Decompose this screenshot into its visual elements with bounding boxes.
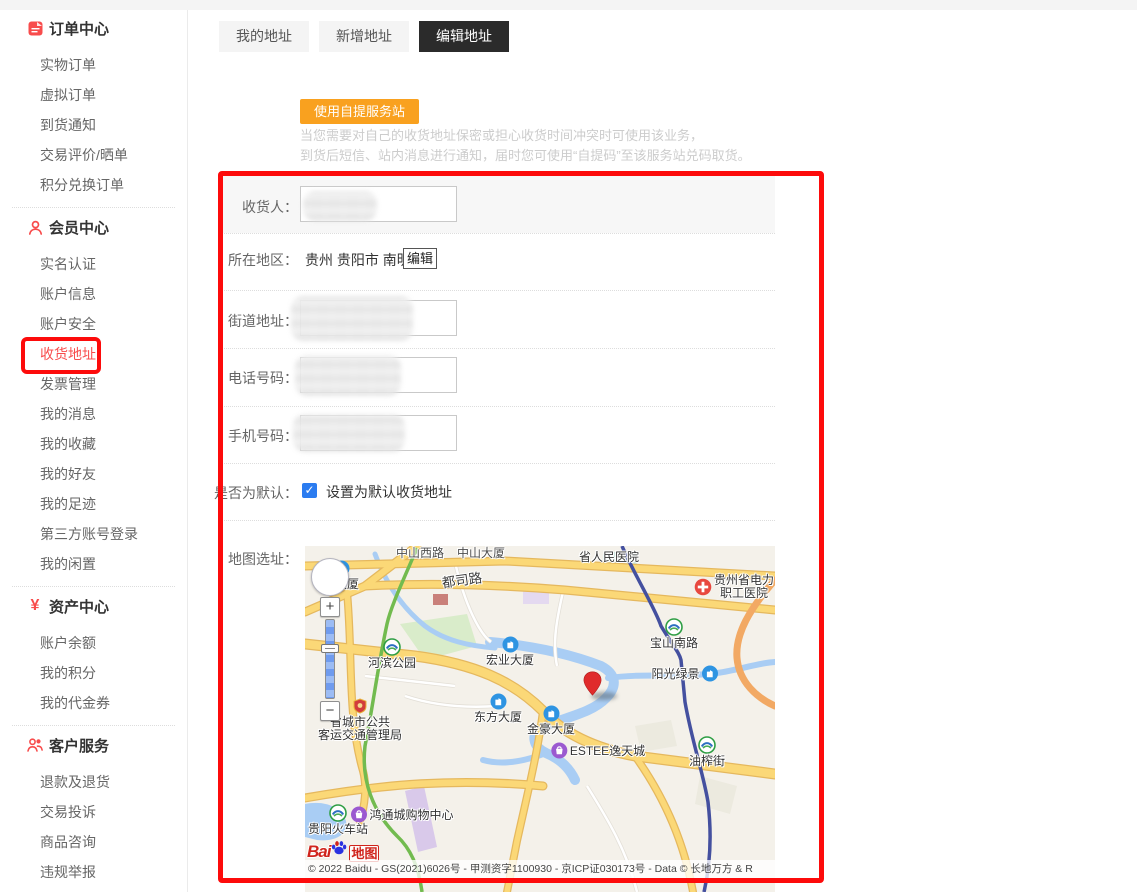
sidebar-item-idle[interactable]: 我的闲置 — [0, 549, 187, 579]
default-label: 是否为默认： — [200, 483, 298, 503]
street-label: 街道地址： — [200, 311, 298, 331]
sidebar-item-balance[interactable]: 账户余额 — [0, 628, 187, 658]
sidebar-item-favorites[interactable]: 我的收藏 — [0, 429, 187, 459]
receiver-input[interactable] — [300, 186, 457, 222]
sidebar-divider — [12, 207, 175, 208]
redacted-mobile-value — [293, 414, 405, 452]
sidebar-item-vouchers[interactable]: 我的代金券 — [0, 688, 187, 718]
pan-left-icon[interactable] — [316, 572, 326, 582]
map-pan-control[interactable] — [311, 558, 349, 596]
pickup-desc-line2: 到货后短信、站内消息进行通知，届时您可使用“自提码”至该服务站兑码取货。 — [300, 146, 860, 166]
sidebar-item-invoice[interactable]: 发票管理 — [0, 369, 187, 399]
sidebar-section-title: 会员中心 — [49, 217, 109, 238]
zoom-slider-track[interactable] — [325, 619, 335, 699]
sidebar-item-points-orders[interactable]: 积分兑换订单 — [0, 170, 187, 200]
sidebar-item-account-security[interactable]: 账户安全 — [0, 309, 187, 339]
region-edit-button[interactable]: 编辑 — [403, 248, 437, 269]
sidebar-item-real-name[interactable]: 实名认证 — [0, 249, 187, 279]
tab-new-address[interactable]: 新增地址 — [319, 21, 409, 52]
phone-input[interactable] — [300, 357, 457, 393]
map-marker-pin[interactable] — [583, 671, 602, 701]
sidebar-section-title: 订单中心 — [49, 18, 109, 39]
map-select-label: 地图选址： — [200, 549, 298, 569]
sidebar-item-messages[interactable]: 我的消息 — [0, 399, 187, 429]
sidebar-section-title: 客户服务 — [49, 735, 109, 756]
sidebar-item-arrival-notice[interactable]: 到货通知 — [0, 110, 187, 140]
row-divider — [222, 348, 775, 349]
member-icon — [27, 219, 43, 235]
address-tabs: 我的地址 新增地址 编辑地址 — [219, 21, 519, 52]
sidebar-section-orders: 订单中心 — [0, 16, 187, 40]
sidebar-item-points[interactable]: 我的积分 — [0, 658, 187, 688]
sidebar-item-footprints[interactable]: 我的足迹 — [0, 489, 187, 519]
sidebar-item-product-inquiry[interactable]: 商品咨询 — [0, 827, 187, 857]
sidebar-item-physical-orders[interactable]: 实物订单 — [0, 50, 187, 80]
sidebar-section-title: 资产中心 — [49, 596, 109, 617]
row-divider — [222, 290, 775, 291]
sidebar-section-service: 客户服务 — [0, 733, 187, 757]
sidebar-divider — [12, 586, 175, 587]
pan-right-icon[interactable] — [334, 572, 344, 582]
zoom-out-button[interactable]: − — [320, 701, 340, 721]
sidebar-item-friends[interactable]: 我的好友 — [0, 459, 187, 489]
receiver-label: 收货人： — [200, 197, 298, 217]
row-divider — [222, 463, 775, 464]
order-icon — [27, 20, 43, 36]
mobile-label: 手机号码： — [200, 426, 298, 446]
sidebar-item-complaints[interactable]: 交易投诉 — [0, 797, 187, 827]
sidebar-divider — [12, 725, 175, 726]
baidu-maps-logo: Bai 地图 — [307, 838, 379, 862]
pickup-desc-line1: 当您需要对自己的收货地址保密或担心收货时间冲突时可使用该业务， — [300, 126, 860, 146]
redacted-phone-value — [295, 355, 401, 396]
sidebar-item-refunds[interactable]: 退款及退货 — [0, 767, 187, 797]
sidebar-item-report[interactable]: 违规举报 — [0, 857, 187, 887]
map-canvas[interactable]: 中山西路中山大厦都司路辉大厦省人民医院贵州省电力职工医院宝山南路阳光绿景河滨公园… — [305, 546, 775, 892]
tab-my-address[interactable]: 我的地址 — [219, 21, 309, 52]
redacted-street-value — [291, 296, 413, 341]
region-label: 所在地区： — [200, 250, 298, 270]
sidebar-section-member: 会员中心 — [0, 215, 187, 239]
pan-down-icon[interactable] — [325, 581, 335, 591]
baidu-logo-text: Bai — [307, 842, 330, 862]
sidebar-item-shipping-address[interactable]: 收货地址 — [0, 339, 187, 369]
sidebar-item-third-party-login[interactable]: 第三方账号登录 — [0, 519, 187, 549]
service-icon — [27, 737, 43, 753]
zoom-in-button[interactable]: + — [320, 597, 340, 617]
sidebar-item-virtual-orders[interactable]: 虚拟订单 — [0, 80, 187, 110]
phone-label: 电话号码： — [200, 368, 298, 388]
sidebar-section-assets: ¥ 资产中心 — [0, 594, 187, 618]
zoom-slider-handle[interactable] — [321, 644, 339, 653]
tab-edit-address[interactable]: 编辑地址 — [419, 21, 509, 52]
default-checkbox-label: 设置为默认收货地址 — [326, 482, 452, 502]
row-divider — [222, 406, 775, 407]
street-input[interactable] — [300, 300, 457, 336]
mobile-input[interactable] — [300, 415, 457, 451]
default-checkbox[interactable]: ✓ — [302, 483, 317, 498]
page-background-strip — [0, 0, 1137, 10]
sidebar-item-account-info[interactable]: 账户信息 — [0, 279, 187, 309]
use-pickup-station-button[interactable]: 使用自提服务站 — [300, 99, 419, 124]
map-copyright: © 2022 Baidu - GS(2021)6026号 - 甲测资字11009… — [305, 860, 775, 878]
row-divider — [222, 520, 775, 521]
sidebar-item-reviews[interactable]: 交易评价/晒单 — [0, 140, 187, 170]
row-divider — [222, 233, 775, 234]
sidebar: 订单中心 实物订单 虚拟订单 到货通知 交易评价/晒单 积分兑换订单 会员中心 … — [0, 10, 188, 892]
baidu-paw-icon — [330, 839, 348, 862]
redacted-receiver-value — [303, 191, 377, 221]
yen-icon: ¥ — [27, 598, 43, 614]
